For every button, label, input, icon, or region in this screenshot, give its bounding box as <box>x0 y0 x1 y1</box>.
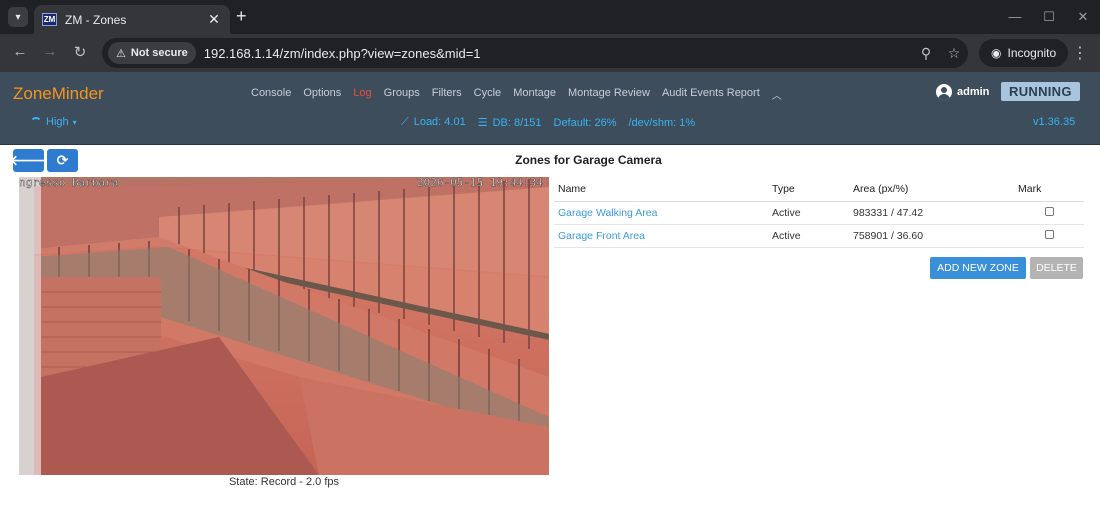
column-header-area: Area (px/%) <box>849 180 1014 202</box>
database-icon: ☰ <box>477 117 488 129</box>
browser-tabbar: ▾ ZM ZM - Zones ✕ + — ☐ ✕ <box>0 0 1100 34</box>
camera-frame-svg: ngresso Barbara 2026-05-15 19:44:34 <box>19 177 549 475</box>
incognito-icon: ◉ <box>991 46 1002 60</box>
zones-table-header: Name Type Area (px/%) Mark <box>554 180 1084 202</box>
zone-area: 983331 / 47.42 <box>849 201 1014 225</box>
window-controls: — ☐ ✕ <box>998 0 1100 34</box>
shm-stat: /dev/shm: 1% <box>628 116 696 129</box>
zone-link-garage-front-area[interactable]: Garage Front Area <box>558 230 645 242</box>
caret-down-icon: ▾ <box>72 117 77 127</box>
default-storage-stat: Default: 26% <box>553 116 617 129</box>
add-new-zone-button[interactable]: ADD NEW ZONE <box>930 257 1026 279</box>
osd-timestamp: 2026-05-15 19:44:34 <box>417 177 543 189</box>
close-window-icon[interactable]: ✕ <box>1066 0 1100 34</box>
nav-log[interactable]: Log <box>353 87 371 102</box>
nav-montage[interactable]: Montage <box>513 87 556 102</box>
zone-link-garage-walking-area[interactable]: Garage Walking Area <box>558 207 657 219</box>
not-secure-label: Not secure <box>130 47 188 59</box>
bookmark-star-icon[interactable]: ☆ <box>940 45 968 62</box>
zone-area: 758901 / 36.60 <box>849 224 1014 248</box>
system-stats: ⟋ Load: 4.01 ☰ DB: 8/151 Default: 26% /dev… <box>401 116 695 129</box>
browser-toolbar: ← → ↻ ⚠ Not secure 192.168.1.14/zm/index… <box>0 34 1100 72</box>
load-chart-icon: ⟋ <box>401 116 409 128</box>
new-tab-icon[interactable]: + <box>236 6 247 27</box>
username: admin <box>957 86 990 98</box>
column-header-type: Type <box>768 180 849 202</box>
nav-filters[interactable]: Filters <box>432 87 462 102</box>
osd-label: ngresso Barbara <box>19 177 118 189</box>
bandwidth-menu[interactable]: High ▾ <box>30 116 77 128</box>
brand-logo[interactable]: ZoneMinder <box>13 84 104 104</box>
column-header-mark: Mark <box>1014 180 1084 202</box>
incognito-badge[interactable]: ◉ Incognito <box>979 39 1069 67</box>
not-secure-badge[interactable]: ⚠ Not secure <box>108 42 196 64</box>
zone-type: Active <box>768 224 849 248</box>
db-stat: DB: 8/151 <box>492 117 542 129</box>
minimize-icon[interactable]: — <box>998 0 1032 34</box>
camera-state: State: Record - 2.0 fps <box>228 476 340 488</box>
browser-menu-icon[interactable]: ⋮ <box>1072 43 1088 63</box>
warning-icon: ⚠ <box>116 47 126 60</box>
nav-audit-events-report[interactable]: Audit Events Report <box>662 87 760 102</box>
zones-table: Name Type Area (px/%) Mark Garage Walkin… <box>554 180 1084 248</box>
close-tab-icon[interactable]: ✕ <box>206 11 222 28</box>
address-bar[interactable]: ⚠ Not secure 192.168.1.14/zm/index.php?v… <box>102 38 968 68</box>
main-content: 🡐 ⟳ Zones for Garage Camera ngresso Barb… <box>0 146 1100 521</box>
delete-button[interactable]: DELETE <box>1030 257 1083 279</box>
url-text[interactable]: 192.168.1.14/zm/index.php?view=zones&mid… <box>204 46 912 61</box>
user-menu[interactable]: admin <box>936 84 989 100</box>
zm-favicon-icon: ZM <box>42 13 57 26</box>
bandwidth-label: High <box>46 116 69 128</box>
back-arrow-icon[interactable]: ← <box>10 43 30 60</box>
nav-options[interactable]: Options <box>303 87 341 102</box>
camera-zone-image[interactable]: ngresso Barbara 2026-05-15 19:44:34 <box>19 177 549 475</box>
table-row: Garage Walking Area Active 983331 / 47.4… <box>554 201 1084 225</box>
reload-icon[interactable]: ↻ <box>70 43 90 61</box>
mark-checkbox[interactable] <box>1044 230 1054 239</box>
nav-console[interactable]: Console <box>251 87 291 102</box>
nav-montage-review[interactable]: Montage Review <box>568 87 650 102</box>
version-label[interactable]: v1.36.35 <box>1033 116 1075 128</box>
wifi-icon <box>30 117 42 127</box>
collapse-nav-chevron-up-icon[interactable]: ︿ <box>772 87 782 102</box>
column-header-name: Name <box>554 180 768 202</box>
zone-type: Active <box>768 201 849 225</box>
mark-checkbox[interactable] <box>1044 207 1054 216</box>
nav-cycle[interactable]: Cycle <box>474 87 502 102</box>
browser-tab[interactable]: ZM ZM - Zones ✕ <box>34 5 230 34</box>
incognito-label: Incognito <box>1007 46 1057 60</box>
user-account-icon <box>936 84 952 100</box>
forward-arrow-icon[interactable]: → <box>40 43 60 60</box>
zm-header: ZoneMinder Console Options Log Groups Fi… <box>0 72 1100 145</box>
zoom-icon[interactable]: ⚲ <box>912 45 940 62</box>
table-row: Garage Front Area Active 758901 / 36.60 <box>554 224 1084 248</box>
main-nav: Console Options Log Groups Filters Cycle… <box>251 87 782 102</box>
maximize-icon[interactable]: ☐ <box>1032 0 1066 34</box>
tab-title: ZM - Zones <box>65 12 127 27</box>
nav-groups[interactable]: Groups <box>384 87 420 102</box>
page-title: Zones for Garage Camera <box>515 153 662 167</box>
tab-list-button[interactable]: ▾ <box>8 7 28 27</box>
run-state-button[interactable]: RUNNING <box>1001 82 1080 101</box>
load-stat: Load: 4.01 <box>413 116 466 128</box>
